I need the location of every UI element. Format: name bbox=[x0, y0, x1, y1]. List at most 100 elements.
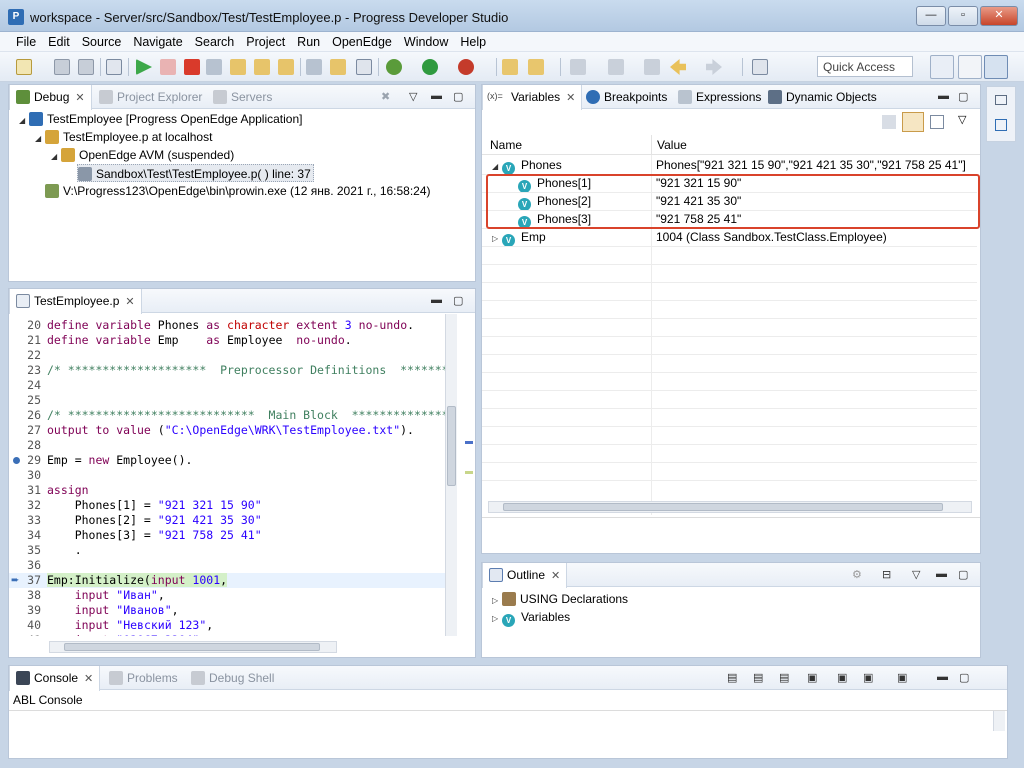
tab-expressions[interactable]: Expressions bbox=[672, 85, 767, 109]
close-tab-icon[interactable]: ✕ bbox=[566, 92, 575, 104]
menu-source[interactable]: Source bbox=[76, 32, 128, 49]
open-perspective-icon[interactable] bbox=[930, 55, 954, 79]
menu-window[interactable]: Window bbox=[398, 32, 454, 49]
restore-icon[interactable] bbox=[995, 95, 1007, 105]
suspend-icon[interactable] bbox=[160, 59, 176, 75]
menu-openedge[interactable]: OpenEdge bbox=[326, 32, 398, 49]
console-vertical-scrollbar[interactable] bbox=[993, 711, 1005, 731]
view-menu-icon[interactable]: ▽ bbox=[958, 113, 966, 126]
outline-minimized-icon[interactable] bbox=[995, 119, 1007, 131]
menu-help[interactable]: Help bbox=[454, 32, 492, 49]
quick-access-input[interactable]: Quick Access bbox=[817, 56, 913, 77]
sort-icon[interactable]: ⚙ bbox=[852, 568, 862, 581]
show-type-names-icon[interactable] bbox=[882, 115, 896, 129]
editor-horizontal-scrollbar[interactable] bbox=[49, 641, 337, 653]
outline-item-variables[interactable]: ▷ V Variables bbox=[492, 608, 570, 627]
tab-project-explorer[interactable]: Project Explorer bbox=[93, 85, 208, 109]
run-icon[interactable] bbox=[422, 59, 438, 75]
variable-details-pane[interactable] bbox=[482, 517, 980, 553]
maximize-button[interactable]: ▫ bbox=[948, 6, 978, 26]
tree-item-stack-frame[interactable]: Sandbox\Test\TestEmployee.p( ) line: 37 bbox=[77, 164, 314, 182]
collapse-all-icon[interactable] bbox=[930, 115, 944, 129]
step-into-icon[interactable] bbox=[230, 59, 246, 75]
tab-problems[interactable]: Problems bbox=[103, 666, 184, 690]
wizard-icon[interactable] bbox=[528, 59, 544, 75]
terminate-icon[interactable] bbox=[184, 59, 200, 75]
tab-debug-shell[interactable]: Debug Shell bbox=[185, 666, 280, 690]
open-type-icon[interactable] bbox=[356, 59, 372, 75]
save-all-icon[interactable] bbox=[78, 59, 94, 75]
variable-row-emp[interactable]: ▷ V Emp 1004 (Class Sandbox.TestClass.Empl… bbox=[482, 228, 977, 247]
maximize-view-icon[interactable]: ▢ bbox=[958, 568, 968, 581]
editor-vertical-scrollbar[interactable] bbox=[445, 314, 457, 636]
tree-item-avm[interactable]: ◢ OpenEdge AVM (suspended) bbox=[51, 146, 234, 164]
tab-testemployee[interactable]: TestEmployee.p ✕ bbox=[9, 289, 142, 314]
clear-console-icon[interactable]: ▤ bbox=[727, 671, 737, 684]
pin-editor-icon[interactable] bbox=[752, 59, 768, 75]
tab-console[interactable]: Console ✕ bbox=[9, 666, 101, 691]
tree-item-application[interactable]: ◢ TestEmployee [Progress OpenEdge Applica… bbox=[19, 110, 302, 128]
last-edit-location-icon[interactable] bbox=[644, 59, 660, 75]
external-tools-icon[interactable] bbox=[458, 59, 474, 75]
new-file-icon[interactable] bbox=[16, 59, 32, 75]
open-project-icon[interactable] bbox=[502, 59, 518, 75]
minimize-view-icon[interactable]: ▬ bbox=[938, 90, 949, 102]
display-console-icon[interactable]: ▣ bbox=[863, 671, 873, 684]
pin-console-icon[interactable]: ▣ bbox=[837, 671, 847, 684]
terminate-console-icon[interactable]: ▣ bbox=[807, 671, 817, 684]
close-tab-icon[interactable]: ✕ bbox=[84, 673, 93, 685]
tab-variables[interactable]: (x)= Variables ✕ bbox=[482, 85, 583, 110]
close-tab-icon[interactable]: ✕ bbox=[551, 570, 560, 582]
variables-horizontal-scrollbar[interactable] bbox=[488, 501, 972, 513]
minimize-view-icon[interactable]: ▬ bbox=[431, 90, 442, 102]
resume-icon[interactable] bbox=[136, 59, 152, 75]
forward-arrow-icon[interactable] bbox=[706, 59, 722, 75]
close-window-button[interactable]: ✕ bbox=[980, 6, 1018, 26]
menu-navigate[interactable]: Navigate bbox=[127, 32, 188, 49]
tree-item-launch[interactable]: ◢ TestEmployee.p at localhost bbox=[35, 128, 212, 146]
show-logical-structure-icon[interactable] bbox=[902, 112, 924, 132]
variable-row-phones[interactable]: ◢ V Phones Phones["921 321 15 90","921 421… bbox=[482, 156, 977, 175]
tree-item-process[interactable]: V:\Progress123\OpenEdge\bin\prowin.exe (… bbox=[45, 182, 431, 200]
collapse-all-icon[interactable]: ⊟ bbox=[882, 568, 891, 581]
word-wrap-icon[interactable]: ▤ bbox=[779, 671, 789, 684]
outline-item-using[interactable]: ▷ USING Declarations bbox=[492, 590, 628, 608]
close-tab-icon[interactable]: ✕ bbox=[125, 296, 134, 308]
minimize-view-icon[interactable]: ▬ bbox=[937, 671, 948, 683]
maximize-view-icon[interactable]: ▢ bbox=[453, 294, 463, 307]
maximize-view-icon[interactable]: ▢ bbox=[958, 90, 968, 103]
menu-run[interactable]: Run bbox=[291, 32, 326, 49]
use-step-filters-icon[interactable] bbox=[330, 59, 346, 75]
code-editor[interactable]: 20 define variable Phones as character ex… bbox=[9, 314, 445, 636]
scroll-lock-icon[interactable]: ▤ bbox=[753, 671, 763, 684]
disconnect-icon[interactable] bbox=[206, 59, 222, 75]
oe-editor-perspective-icon[interactable] bbox=[958, 55, 982, 79]
menu-edit[interactable]: Edit bbox=[42, 32, 76, 49]
close-tab-icon[interactable]: ✕ bbox=[75, 92, 84, 104]
view-menu-icon[interactable]: ▽ bbox=[409, 90, 417, 103]
debug-run-icon[interactable] bbox=[386, 59, 402, 75]
view-menu-icon[interactable]: ▽ bbox=[912, 568, 920, 581]
column-value[interactable]: Value bbox=[657, 138, 687, 152]
tab-debug[interactable]: Debug ✕ bbox=[9, 85, 92, 110]
maximize-view-icon[interactable]: ▢ bbox=[959, 671, 969, 684]
previous-annotation-icon[interactable] bbox=[608, 59, 624, 75]
menu-project[interactable]: Project bbox=[240, 32, 291, 49]
step-over-icon[interactable] bbox=[254, 59, 270, 75]
tab-dynamic-objects[interactable]: Dynamic Objects bbox=[762, 85, 883, 109]
column-name[interactable]: Name bbox=[490, 138, 522, 152]
skip-breakpoints-icon[interactable] bbox=[106, 59, 122, 75]
menu-file[interactable]: File bbox=[10, 32, 42, 49]
back-arrow-icon[interactable] bbox=[670, 59, 686, 75]
drop-to-frame-icon[interactable] bbox=[306, 59, 322, 75]
menu-search[interactable]: Search bbox=[189, 32, 241, 49]
next-annotation-icon[interactable] bbox=[570, 59, 586, 75]
tab-servers[interactable]: Servers bbox=[207, 85, 278, 109]
debug-perspective-icon[interactable] bbox=[984, 55, 1008, 79]
open-console-icon[interactable]: ▣ bbox=[897, 671, 907, 684]
minimize-button[interactable]: — bbox=[916, 6, 946, 26]
minimize-view-icon[interactable]: ▬ bbox=[936, 568, 947, 580]
minimize-view-icon[interactable]: ▬ bbox=[431, 294, 442, 306]
tab-outline[interactable]: Outline ✕ bbox=[482, 563, 568, 588]
tab-breakpoints[interactable]: Breakpoints bbox=[580, 85, 673, 109]
